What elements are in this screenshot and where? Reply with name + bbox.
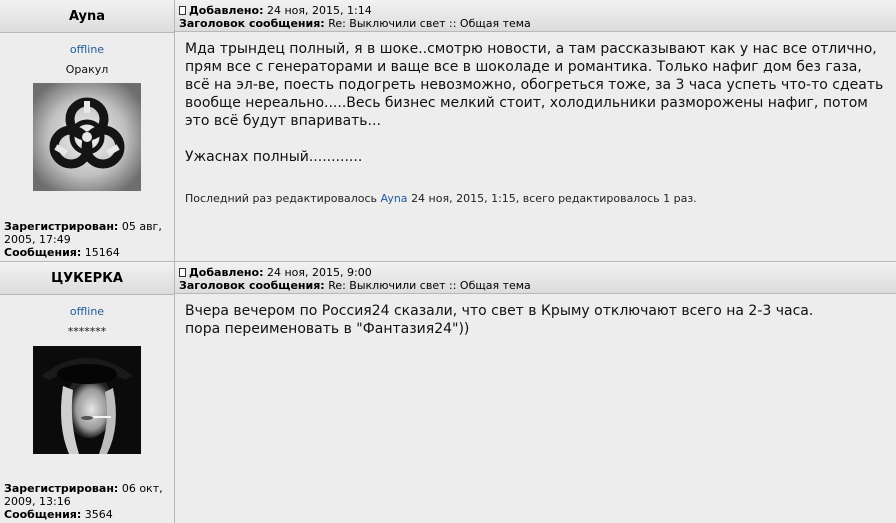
forum-post: ЦУКЕРКА offline ******* Зарегистрирован:… (0, 261, 896, 523)
edit-note: Последний раз редактировалось Ayna 24 но… (175, 192, 896, 205)
forum-post: Ayna offline Оракул Зарегистрирован: 05 … (0, 0, 896, 261)
author-name[interactable]: ЦУКЕРКА (0, 262, 174, 295)
post-subject: Re: Выключили свет :: Общая тема (328, 279, 531, 292)
post-author-panel: Ayna offline Оракул Зарегистрирован: 05 … (0, 0, 175, 261)
added-label: Добавлено: (189, 4, 264, 17)
messages-count: 3564 (84, 508, 113, 521)
online-status: offline (69, 305, 105, 318)
post-body-line: всё на эл-ве, поесть подогреть невозможн… (185, 77, 884, 93)
post-body-line: это всё будут впаривать... (185, 113, 381, 129)
added-date: 24 ноя, 2015, 9:00 (267, 266, 372, 279)
post-body: Мда трындец полный, я в шоке..смотрю нов… (175, 32, 896, 166)
online-status: offline (69, 43, 105, 56)
author-meta: Зарегистрирован: 06 окт, 2009, 13:16 Соо… (4, 482, 172, 521)
subject-label: Заголовок сообщения: (179, 279, 325, 292)
post-content: Добавлено: 24 ноя, 2015, 1:14 Заголовок … (175, 0, 896, 261)
document-icon[interactable] (179, 268, 186, 277)
woman-portrait-avatar (33, 346, 141, 454)
edit-prefix: Последний раз редактировалось (185, 192, 378, 205)
post-body-line: Ужаснах полный............ (185, 149, 363, 165)
author-meta: Зарегистрирован: 05 авг, 2005, 17:49 Соо… (4, 220, 172, 259)
document-icon[interactable] (179, 6, 186, 15)
post-body-line: вообще нереально.....Весь бизнес мелкий … (185, 95, 868, 111)
user-rank: ******* (67, 325, 107, 338)
edit-suffix: 24 ноя, 2015, 1:15, всего редактировалос… (411, 192, 697, 205)
messages-count: 15164 (84, 246, 120, 259)
post-content: Добавлено: 24 ноя, 2015, 9:00 Заголовок … (175, 262, 896, 523)
user-rank: Оракул (65, 63, 109, 76)
edit-author-link[interactable]: Ayna (381, 192, 408, 205)
biohazard-icon (33, 83, 141, 191)
post-body-line: Мда трындец полный, я в шоке..смотрю нов… (185, 41, 877, 57)
registered-label: Зарегистрирован: (4, 220, 119, 233)
post-body-line: пора переименовать в "Фантазия24")) (185, 321, 470, 337)
messages-label: Сообщения: (4, 508, 82, 521)
post-body-line: прям все с генераторами и ваще все в шок… (185, 59, 862, 75)
post-body: Вчера вечером по Россия24 сказали, что с… (175, 294, 896, 338)
subject-label: Заголовок сообщения: (179, 17, 325, 30)
post-header: Добавлено: 24 ноя, 2015, 1:14 Заголовок … (175, 0, 896, 32)
added-label: Добавлено: (189, 266, 264, 279)
author-name[interactable]: Ayna (0, 0, 174, 33)
post-author-panel: ЦУКЕРКА offline ******* Зарегистрирован:… (0, 262, 175, 523)
registered-label: Зарегистрирован: (4, 482, 119, 495)
messages-label: Сообщения: (4, 246, 82, 259)
post-body-line (185, 130, 886, 148)
post-body-line: Вчера вечером по Россия24 сказали, что с… (185, 303, 814, 319)
post-header: Добавлено: 24 ноя, 2015, 9:00 Заголовок … (175, 262, 896, 294)
post-subject: Re: Выключили свет :: Общая тема (328, 17, 531, 30)
added-date: 24 ноя, 2015, 1:14 (267, 4, 372, 17)
